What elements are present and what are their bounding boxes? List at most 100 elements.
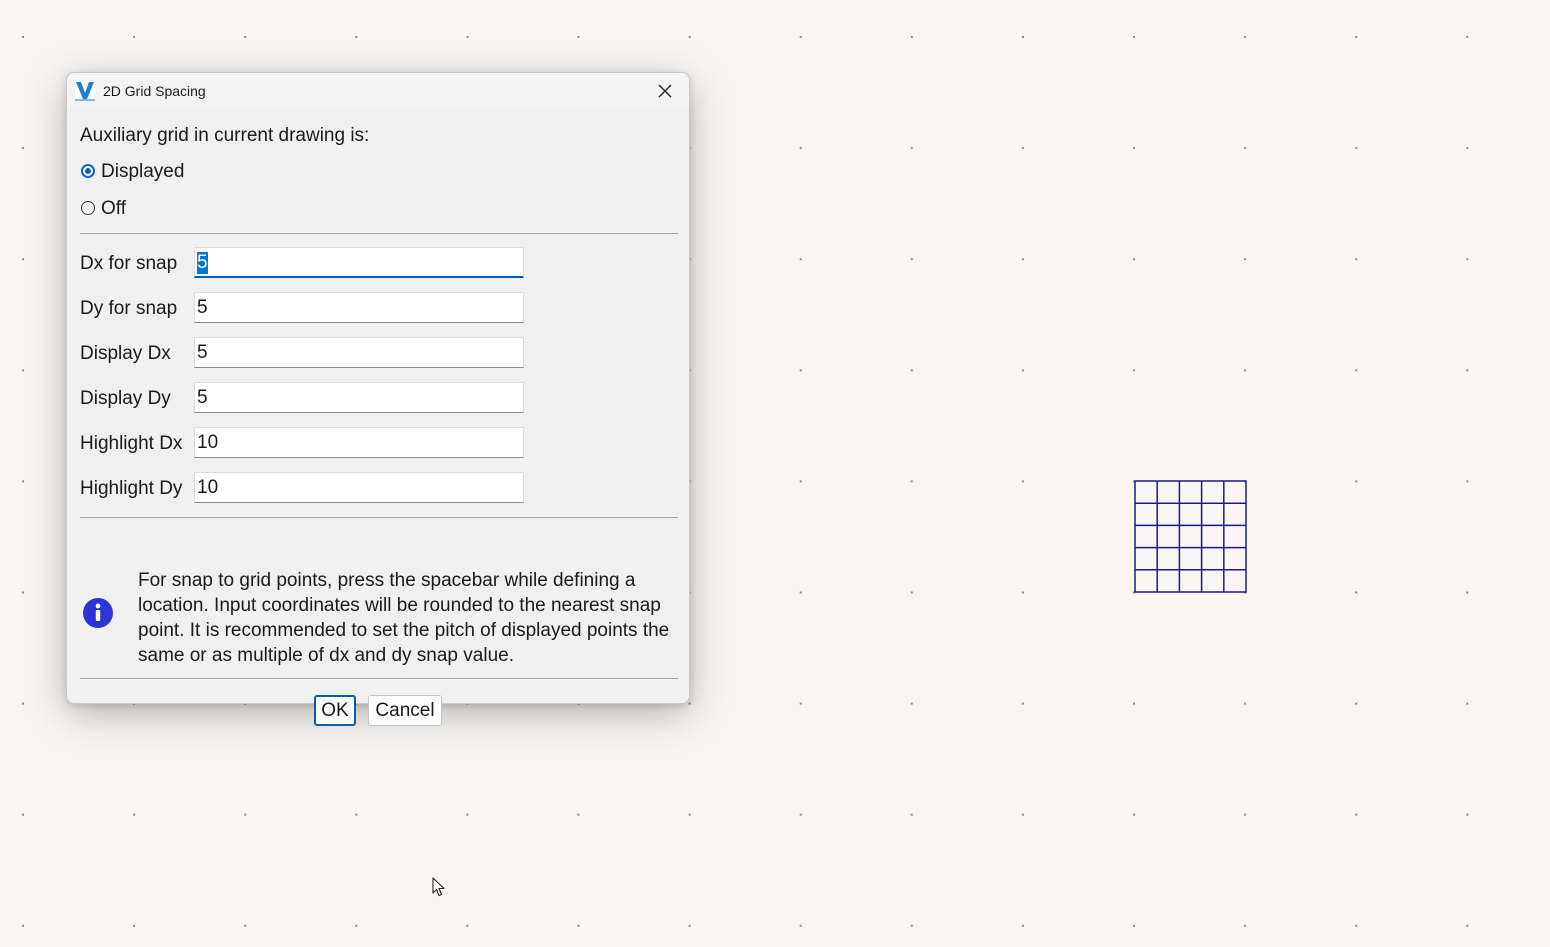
dx-snap-label: Dx for snap (80, 253, 178, 274)
grid-dot (1021, 36, 1024, 38)
divider (80, 233, 678, 234)
cancel-button[interactable]: Cancel (368, 695, 442, 726)
grid-dot (22, 369, 24, 372)
grid-dot (910, 147, 913, 150)
grid-dot (688, 36, 691, 38)
grid-dot (1021, 147, 1024, 150)
info-message: For snap to grid points, press the space… (138, 570, 670, 666)
grid-dot (799, 480, 802, 483)
grid-dot (1021, 813, 1024, 816)
grid-dot (1244, 813, 1247, 816)
highlight-dy-input[interactable] (194, 472, 524, 503)
grid-dot (1244, 702, 1247, 705)
grid-dot (1355, 369, 1358, 372)
grid-dot (1466, 591, 1469, 594)
grid-dot (244, 924, 247, 927)
close-button[interactable] (649, 77, 681, 105)
grid-dot (1133, 36, 1135, 38)
radio-button-unselected[interactable] (81, 201, 95, 215)
grid-dot (799, 36, 802, 38)
dy-snap-input[interactable] (194, 292, 524, 323)
grid-dot (22, 480, 24, 483)
grid-dot (1133, 702, 1135, 705)
ok-button[interactable]: OK (314, 695, 356, 726)
grid-dot (688, 813, 691, 816)
grid-state-label: Auxiliary grid in current drawing is: (80, 125, 370, 146)
grid-dot (910, 591, 913, 594)
grid-dot (1021, 258, 1024, 261)
grid-dot (1466, 813, 1469, 816)
grid-dot (799, 147, 802, 150)
grid-dot (577, 36, 580, 38)
grid-dot (1355, 924, 1358, 927)
highlight-dx-label: Highlight Dx (80, 433, 183, 454)
grid-dot (466, 36, 469, 38)
grid-dot (1133, 924, 1135, 927)
grid-dot (799, 369, 802, 372)
grid-dot (688, 924, 691, 927)
grid-dot (577, 813, 580, 816)
display-dy-label: Display Dy (80, 388, 171, 409)
grid-symbol[interactable] (1134, 480, 1247, 593)
grid-dot (1466, 147, 1469, 150)
dy-snap-label: Dy for snap (80, 298, 178, 319)
grid-dot (244, 36, 247, 38)
grid-dot (22, 147, 24, 150)
grid-dot (22, 813, 24, 816)
highlight-dx-input[interactable] (194, 427, 524, 458)
grid-dot (1244, 369, 1247, 372)
grid-dot (1021, 369, 1024, 372)
grid-dot (1466, 258, 1469, 261)
app-logo-icon (75, 81, 95, 101)
display-dx-input[interactable] (194, 337, 524, 368)
grid-dot (1466, 702, 1469, 705)
grid-dot (1244, 36, 1247, 38)
radio-button-selected[interactable] (81, 164, 95, 178)
divider (80, 678, 678, 679)
grid-dot (466, 813, 469, 816)
grid-dot (799, 924, 802, 927)
display-dx-label: Display Dx (80, 343, 171, 364)
close-icon (658, 84, 672, 98)
dx-snap-input[interactable] (194, 247, 524, 278)
grid-dot (355, 813, 358, 816)
radio-displayed-label[interactable]: Displayed (101, 161, 184, 183)
grid-dot (133, 36, 136, 38)
grid-dot (1355, 480, 1358, 483)
title-bar[interactable]: 2D Grid Spacing (67, 73, 689, 108)
grid-dot (1021, 924, 1024, 927)
highlight-dy-label: Highlight Dy (80, 478, 183, 499)
grid-dot (22, 591, 24, 594)
grid-dot (1355, 36, 1358, 38)
info-icon (83, 598, 113, 628)
radio-off-label[interactable]: Off (101, 198, 126, 220)
grid-dot (22, 258, 24, 261)
divider (80, 517, 678, 518)
grid-dot (133, 813, 136, 816)
mouse-pointer-icon (432, 877, 445, 897)
grid-dot (1355, 813, 1358, 816)
grid-dot (577, 924, 580, 927)
grid-dot (355, 36, 358, 38)
grid-dot (910, 258, 913, 261)
grid-spacing-dialog: 2D Grid Spacing Auxiliary grid in curren… (66, 72, 690, 726)
grid-dot (1133, 147, 1135, 150)
grid-dot (1355, 702, 1358, 705)
grid-dot (910, 480, 913, 483)
grid-dot (1244, 147, 1247, 150)
grid-dot (355, 924, 358, 927)
grid-dot (910, 369, 913, 372)
grid-dot (799, 702, 802, 705)
dialog-content: Auxiliary grid in current drawing is: Di… (67, 108, 689, 726)
grid-dot (799, 813, 802, 816)
grid-dot (910, 702, 913, 705)
grid-dot (1021, 591, 1024, 594)
display-dy-input[interactable] (194, 382, 524, 413)
grid-dot (1244, 924, 1247, 927)
dialog-title: 2D Grid Spacing (103, 83, 206, 99)
grid-dot (244, 813, 247, 816)
grid-dot (910, 813, 913, 816)
grid-dot (22, 36, 24, 38)
grid-dot (1244, 258, 1247, 261)
grid-dot (1021, 702, 1024, 705)
